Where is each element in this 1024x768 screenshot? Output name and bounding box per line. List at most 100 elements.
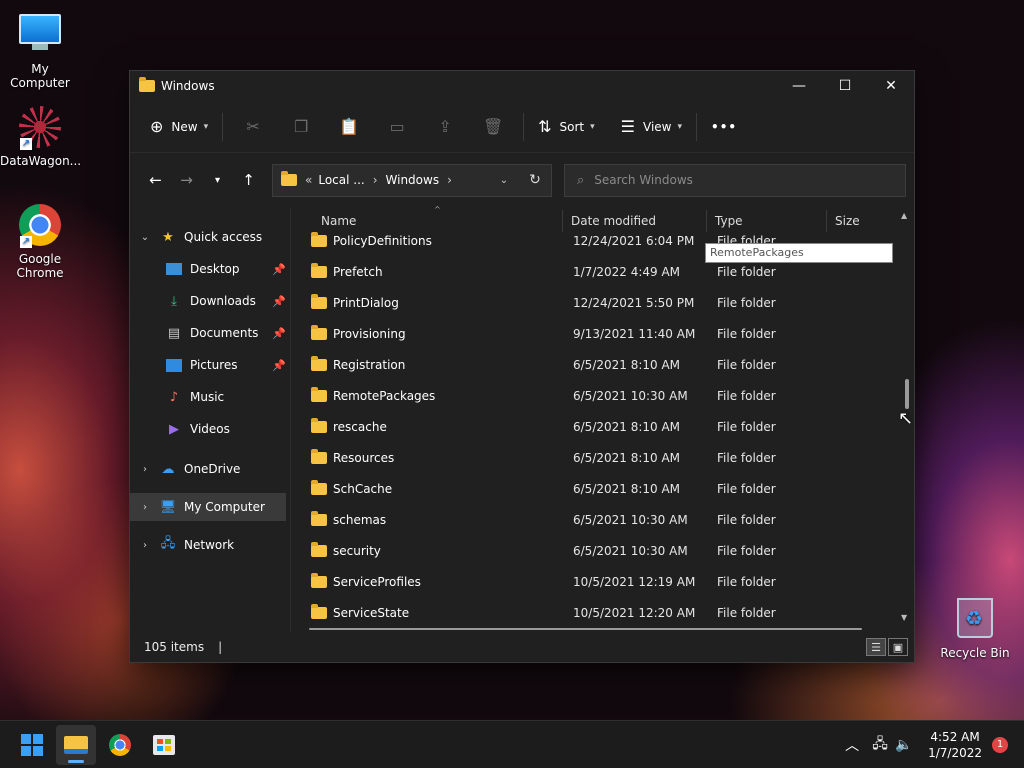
breadcrumb-local-disk[interactable]: Local ... — [318, 173, 364, 187]
folder-icon — [311, 510, 327, 526]
chevron-up-icon[interactable]: ︿ — [840, 735, 864, 755]
chevron-down-icon: ▾ — [214, 174, 221, 186]
nav-item-my-computer[interactable]: › 🖥 My Computer — [130, 493, 286, 521]
address-dropdown-icon[interactable]: ⌄ — [489, 175, 519, 186]
file-date: 6/5/2021 8:10 AM — [573, 450, 681, 465]
scrollbar-thumb[interactable] — [905, 379, 909, 409]
copy-button[interactable]: ❐ — [277, 111, 325, 143]
file-name: ServiceState — [333, 605, 410, 620]
file-name: schemas — [333, 512, 387, 527]
sort-button[interactable]: ⇅ Sort ▾ — [530, 111, 603, 143]
title-bar[interactable]: Windows — ☐ ✕ — [130, 71, 914, 101]
pin-icon[interactable]: 📌 — [272, 263, 286, 276]
pin-icon[interactable]: 📌 — [272, 359, 286, 372]
table-row[interactable]: schemas 6/5/2021 10:30 AM File folder — [291, 504, 900, 535]
clock[interactable]: 4:52 AM 1/7/2022 — [928, 729, 982, 761]
share-button[interactable]: ⇪ — [421, 111, 469, 143]
command-bar: ⊕ New ▾ ✂ ❐ 📋 ▭ ⇪ 🗑 ⇅ Sort ▾ ☰ View ▾ ••… — [130, 101, 914, 153]
chevron-right-icon[interactable]: › — [373, 173, 378, 187]
chrome-icon — [109, 733, 131, 756]
chevron-right-icon[interactable]: › — [138, 502, 152, 513]
chevron-down-icon[interactable]: ⌄ — [138, 232, 152, 243]
up-button[interactable]: ↑ — [233, 165, 264, 195]
file-list-pane[interactable]: ^ Name Date modified Type Size PolicyDef… — [290, 205, 914, 632]
nav-item-pictures[interactable]: Pictures 📌 — [130, 349, 290, 381]
table-row[interactable]: ServiceProfiles 10/5/2021 12:19 AM File … — [291, 566, 900, 597]
table-row[interactable]: RemotePackages 6/5/2021 10:30 AM File fo… — [291, 380, 900, 411]
refresh-icon[interactable]: ↻ — [519, 172, 551, 188]
details-view-toggle[interactable]: ☰ — [866, 638, 886, 656]
chrome-icon: ↗ — [18, 204, 62, 248]
file-date: 6/5/2021 8:10 AM — [573, 481, 681, 496]
close-button[interactable]: ✕ — [868, 71, 914, 101]
paste-button[interactable]: 📋 — [325, 111, 373, 143]
minimize-button[interactable]: — — [776, 71, 822, 101]
file-explorer-taskbar-button[interactable] — [56, 724, 96, 765]
network-status-icon[interactable]: 🖧 — [868, 733, 892, 757]
network-icon: 🖧 — [160, 536, 176, 551]
store-taskbar-button[interactable] — [144, 725, 184, 765]
pin-icon[interactable]: 📌 — [272, 295, 286, 308]
address-bar[interactable]: « Local ... › Windows › ⌄ ↻ — [272, 163, 552, 197]
scroll-down-icon[interactable]: ▼ — [901, 613, 907, 622]
search-input[interactable]: ⌕ Search Windows — [564, 163, 906, 197]
breadcrumb-windows[interactable]: Windows — [386, 173, 440, 187]
forward-button[interactable]: → — [171, 165, 202, 195]
table-row[interactable]: SchCache 6/5/2021 8:10 AM File folder — [291, 473, 900, 504]
file-type: File folder — [717, 512, 776, 527]
more-options-button[interactable]: ••• — [703, 111, 745, 143]
nav-item-network[interactable]: › 🖧 Network — [130, 529, 290, 561]
start-button[interactable] — [12, 725, 52, 765]
nav-item-videos[interactable]: ▶ Videos — [130, 413, 290, 445]
chevron-down-icon: ▾ — [590, 121, 595, 132]
rename-button[interactable]: ▭ — [373, 111, 421, 143]
video-icon: ▶ — [169, 421, 179, 437]
delete-button[interactable]: 🗑 — [469, 111, 517, 143]
view-button[interactable]: ☰ View ▾ — [613, 111, 690, 143]
chrome-taskbar-button[interactable] — [100, 725, 140, 765]
table-row[interactable]: Provisioning 9/13/2021 11:40 AM File fol… — [291, 318, 900, 349]
trash-icon: 🗑 — [482, 117, 504, 136]
navigation-pane[interactable]: ⌄ ★ Quick access Desktop 📌 ⤓ Downloads 📌… — [130, 207, 290, 632]
breadcrumb-overflow[interactable]: « — [305, 173, 312, 187]
new-button[interactable]: ⊕ New ▾ — [142, 111, 216, 143]
desktop-icon-datawagon[interactable]: ↗ DataWagon... — [0, 106, 81, 168]
maximize-button[interactable]: ☐ — [822, 71, 868, 101]
back-button[interactable]: ← — [140, 165, 171, 195]
cut-button[interactable]: ✂ — [229, 111, 277, 143]
file-date: 6/5/2021 10:30 AM — [573, 512, 688, 527]
notification-badge[interactable]: 1 — [992, 736, 1008, 753]
scroll-up-icon[interactable]: ▲ — [901, 211, 907, 220]
plus-circle-icon: ⊕ — [150, 117, 164, 136]
table-row[interactable]: ServiceState 10/5/2021 12:20 AM File fol… — [291, 597, 900, 624]
chevron-right-icon[interactable]: › — [447, 173, 452, 187]
horizontal-scrollbar[interactable] — [309, 628, 862, 630]
table-row[interactable]: Resources 6/5/2021 8:10 AM File folder — [291, 442, 900, 473]
table-row[interactable]: Registration 6/5/2021 8:10 AM File folde… — [291, 349, 900, 380]
chevron-right-icon[interactable]: › — [138, 464, 152, 475]
table-row[interactable]: rescache 6/5/2021 8:10 AM File folder — [291, 411, 900, 442]
recent-locations-button[interactable]: ▾ — [202, 165, 233, 195]
table-row[interactable]: PrintDialog 12/24/2021 5:50 PM File fold… — [291, 287, 900, 318]
volume-icon[interactable]: 🔈 — [892, 737, 916, 753]
tiles-view-toggle[interactable]: ▣ — [888, 638, 908, 656]
desktop-icon-google-chrome[interactable]: ↗ Google Chrome — [0, 204, 80, 280]
file-explorer-window[interactable]: Windows — ☐ ✕ ⊕ New ▾ ✂ ❐ 📋 ▭ ⇪ 🗑 ⇅ Sort… — [129, 70, 915, 663]
nav-item-onedrive[interactable]: › ☁ OneDrive — [130, 453, 290, 485]
nav-item-downloads[interactable]: ⤓ Downloads 📌 — [130, 285, 290, 317]
folder-icon — [311, 386, 327, 402]
nav-item-music[interactable]: ♪ Music — [130, 381, 290, 413]
shortcut-arrow-icon: ↗ — [20, 236, 32, 248]
pin-icon[interactable]: 📌 — [272, 327, 286, 340]
chevron-right-icon[interactable]: › — [138, 540, 152, 551]
folder-icon — [311, 262, 327, 278]
nav-item-label: Pictures — [190, 358, 238, 372]
nav-item-quick-access[interactable]: ⌄ ★ Quick access — [130, 221, 290, 253]
nav-item-documents[interactable]: ▤ Documents 📌 — [130, 317, 290, 349]
table-row[interactable]: security 6/5/2021 10:30 AM File folder — [291, 535, 900, 566]
sort-ascending-icon: ^ — [434, 205, 441, 214]
desktop-icon-my-computer[interactable]: My Computer — [0, 10, 80, 90]
desktop-icon-recycle-bin[interactable]: Recycle Bin — [935, 598, 1015, 660]
file-type: File folder — [717, 264, 776, 279]
nav-item-desktop[interactable]: Desktop 📌 — [130, 253, 290, 285]
